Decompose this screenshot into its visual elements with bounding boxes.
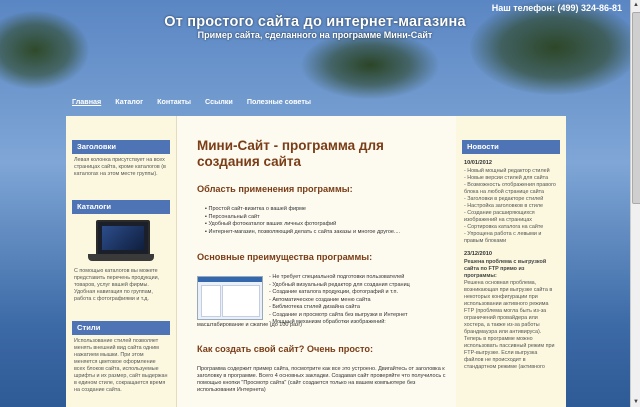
news-line: - Возможность отображения правого блока … — [464, 182, 556, 195]
list-item: ▪ Персональный сайт — [205, 213, 260, 220]
left-column: Заголовки Левая колонка присутствует на … — [66, 116, 176, 407]
site-title: От простого сайта до интернет-магазина — [164, 14, 466, 30]
phone-number: Наш телефон: (499) 324-86-81 — [491, 3, 622, 13]
advantages-list: - Не требует специальной подготовки поль… — [269, 274, 410, 327]
nav-links[interactable]: Ссылки — [205, 97, 233, 106]
list-item: - Автоматическое создание меню сайта — [269, 296, 371, 303]
headings-title: Заголовки — [72, 140, 170, 154]
laptop-image[interactable] — [86, 220, 156, 265]
news-line: - Создание расширяющихся изображений на … — [464, 210, 535, 223]
styles-title: Стили — [72, 321, 170, 335]
main-nav: Главная Каталог Контакты Ссылки Полезные… — [72, 97, 311, 106]
news-block: Новости 10/01/2012 - Новый мощный редакт… — [462, 140, 560, 371]
list-item: - Библиотека стилей дизайна сайта — [269, 304, 360, 310]
page-background: От простого сайта до интернет-магазина П… — [0, 0, 630, 407]
news-text: Решена основная проблема, возникающая пр… — [464, 280, 555, 370]
styles-block: Стили Использование стилей позволяет мен… — [72, 321, 170, 397]
list-item: ▪ Простой сайт-визитка о вашей фирме — [205, 206, 306, 212]
how-text: Программа содержит пример сайта, посмотр… — [197, 366, 446, 393]
scroll-up-icon[interactable]: ▲ — [631, 0, 640, 10]
nav-contacts[interactable]: Контакты — [157, 97, 191, 106]
styles-text: Использование стилей позволяет менять вн… — [74, 338, 168, 393]
news-title: Новости — [462, 140, 560, 154]
content-area: Заголовки Левая колонка присутствует на … — [66, 116, 566, 407]
catalogs-title[interactable]: Каталоги — [72, 200, 170, 214]
news-date: 10/01/2012 — [464, 160, 492, 166]
main-column: Мини-Сайт - программа для создания сайта… — [176, 116, 458, 407]
news-line: - Новые версии стилей для сайта — [464, 175, 549, 181]
nav-catalog[interactable]: Каталог — [115, 97, 143, 106]
list-item: ▪ Удобный фотокаталог ваших личных фотог… — [205, 221, 337, 227]
news-headline[interactable]: Решена проблема с выгрузкой сайта по FTP… — [464, 259, 558, 280]
list-item: - Создание каталога продукции, фотографи… — [269, 289, 399, 295]
list-item: - Создание и просмотр сайта без выгрузки… — [269, 311, 408, 318]
scope-heading: Область применения программы: — [197, 184, 353, 194]
news-line: - Сортировка каталога на сайте — [464, 224, 544, 230]
how-heading: Как создать свой сайт? Очень просто: — [197, 344, 374, 354]
list-item: - Не требует специальной подготовки поль… — [269, 274, 405, 280]
news-date: 23/12/2010 — [464, 251, 492, 257]
scroll-down-icon[interactable]: ▼ — [631, 397, 640, 407]
catalogs-text: С помощью каталогов вы можете представит… — [74, 268, 160, 302]
headings-block: Заголовки Левая колонка присутствует на … — [72, 140, 170, 181]
right-column: Новости 10/01/2012 - Новый мощный редакт… — [456, 116, 566, 407]
advantages-heading: Основные преимущества программы: — [197, 252, 373, 262]
vertical-scrollbar[interactable]: ▲ ▼ — [630, 0, 640, 407]
scrollbar-thumb[interactable] — [632, 12, 640, 204]
page-title: Мини-Сайт - программа для создания сайта — [197, 138, 384, 169]
nav-home[interactable]: Главная — [72, 97, 101, 106]
scope-list: ▪ Простой сайт-визитка о вашей фирме ▪ П… — [205, 206, 400, 236]
palm-decoration — [300, 30, 440, 100]
headings-text: Левая колонка присутствует на всех стран… — [74, 157, 166, 177]
nav-tips[interactable]: Полезные советы — [247, 97, 311, 106]
catalogs-block: Каталоги С помощью каталогов вы можете п… — [72, 200, 170, 306]
news-line: - Упрощена работа с левыми и правым блок… — [464, 231, 542, 244]
list-item: - Удобный визуальный редактор для создан… — [269, 281, 410, 288]
list-item: ▪ Интернет-магазин, позволяющий делать с… — [205, 228, 401, 235]
news-line: - Новый мощный редактор стилей — [464, 168, 550, 174]
site-subtitle: Пример сайта, сделанного на программе Ми… — [197, 30, 433, 40]
program-screenshot[interactable] — [197, 276, 263, 320]
news-line: - Заголовки в редакторе стилей — [464, 196, 544, 202]
news-line: - Настройка заголовков в стиле — [464, 203, 544, 209]
advantages-tail: масштабирование и сжатие (до 100 раз!) — [197, 322, 302, 328]
